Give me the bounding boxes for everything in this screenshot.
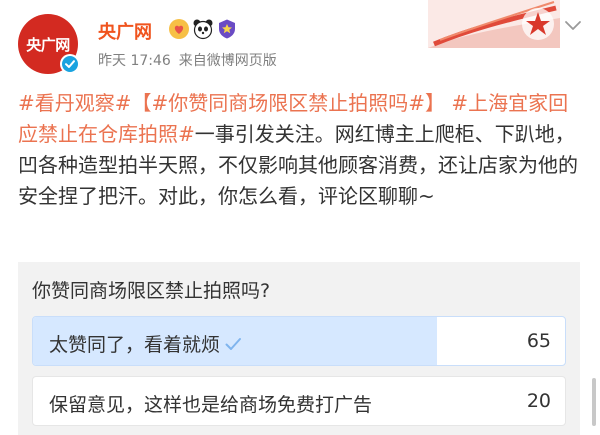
poll-option-count: 65 (526, 330, 551, 352)
hashtag-link[interactable]: #看丹观察# (18, 91, 132, 115)
hashtag-link[interactable]: 【#你赞同商场限区禁止拍照吗#】 (132, 91, 446, 115)
user-badges (168, 18, 238, 40)
post-meta: 昨天 17:46 来自微博网页版 (98, 50, 277, 70)
chevron-down-icon[interactable] (562, 14, 584, 36)
decorative-banner-image (428, 0, 560, 48)
checkmark-icon (225, 338, 242, 350)
post-source: 来自微博网页版 (178, 53, 277, 69)
poll-option-count: 20 (526, 390, 551, 412)
verified-check-icon (60, 54, 80, 74)
poll-card: 你赞同商场限区禁止拍照吗? 太赞同了，看着就烦 65 保留意见，这样也是给商场免… (18, 262, 580, 435)
post-header: 央广网 央广网 昨天 17:46 来自微博网页版 (0, 0, 600, 82)
avatar-logo-text: 央广网 (26, 36, 70, 54)
panda-icon[interactable] (192, 18, 214, 40)
username[interactable]: 央广网 (98, 18, 152, 44)
shield-badge-icon[interactable] (216, 18, 238, 40)
scrollbar-thumb[interactable] (592, 378, 596, 426)
post-time[interactable]: 昨天 17:46 (98, 50, 171, 70)
post-text: #看丹观察#【#你赞同商场限区禁止拍照吗#】 #上海宜家回应禁止在仓库拍照#一事… (18, 88, 588, 212)
poll-question: 你赞同商场限区禁止拍照吗? (32, 280, 271, 302)
poll-option[interactable]: 保留意见，这样也是给商场免费打广告 20 (32, 376, 566, 426)
poll-option-label: 保留意见，这样也是给商场免费打广告 (49, 394, 373, 416)
poll-option[interactable]: 太赞同了，看着就烦 65 (32, 316, 566, 366)
heart-badge-icon[interactable] (168, 18, 190, 40)
poll-option-label: 太赞同了，看着就烦 (49, 330, 242, 357)
